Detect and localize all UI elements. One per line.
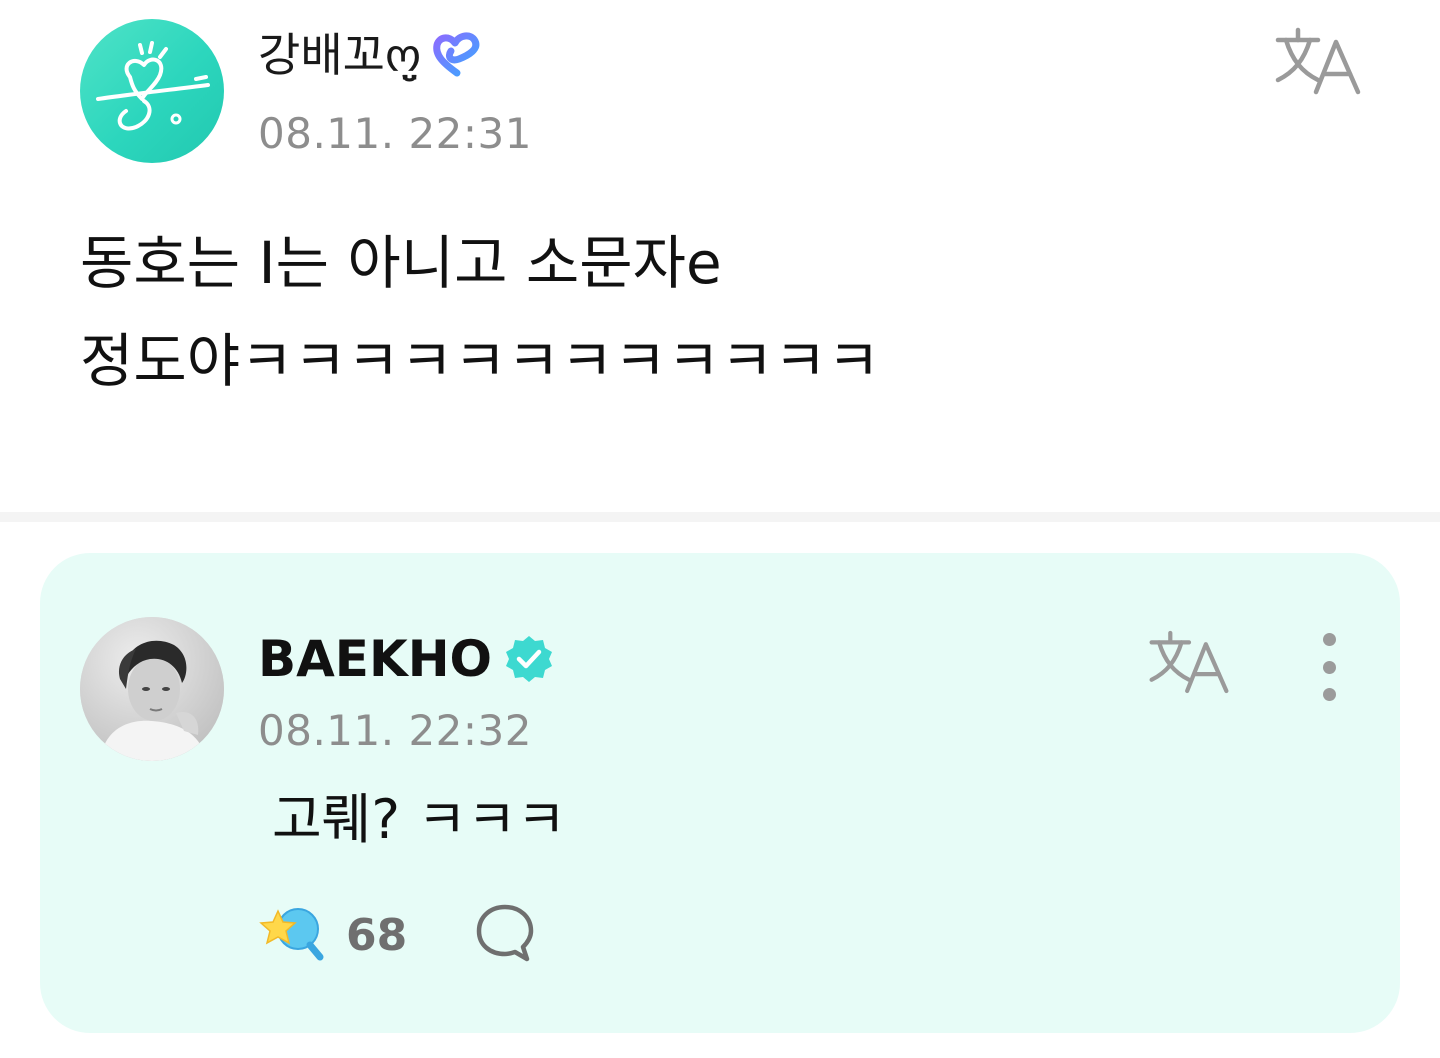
author-name: 강배꼬ო̤̮: [258, 28, 422, 82]
comment-bubble-icon: [473, 901, 537, 969]
more-vertical-icon[interactable]: [1310, 633, 1348, 701]
post-line: 동호는 I는 아니고 소문자e: [80, 229, 722, 297]
artist-reply-card: BAEKHO 08.11. 22:32 고뤠? ㅋㅋㅋ 68: [40, 553, 1400, 1033]
avatar[interactable]: [80, 617, 224, 761]
cheer-button[interactable]: 68: [258, 901, 407, 969]
artist-photo: [80, 617, 224, 761]
reply-time: 08.11. 22:32: [258, 706, 532, 755]
reaction-bar: 68: [258, 895, 537, 975]
more-dot: [1322, 688, 1336, 701]
cheer-star-icon: [258, 901, 328, 969]
post-time: 08.11. 22:31: [258, 109, 532, 158]
membership-heart-icon: [429, 29, 485, 81]
more-dot: [1322, 660, 1336, 674]
reply-text: 고뤠? ㅋㅋㅋ: [272, 788, 567, 851]
fan-logo-icon: [96, 41, 210, 131]
reply-author[interactable]: BAEKHO: [258, 627, 554, 691]
comment-button[interactable]: [473, 901, 537, 969]
post-author[interactable]: 강배꼬ო̤̮: [258, 24, 485, 86]
cheer-count: 68: [346, 909, 408, 961]
avatar[interactable]: [80, 19, 224, 163]
fan-post: 강배꼬ო̤̮ 08.11. 22:31 동호는 I는 아니고 소문자e 정도야ㅋ…: [0, 0, 1440, 512]
post-line: 정도야ㅋㅋㅋㅋㅋㅋㅋㅋㅋㅋㅋㅋ: [80, 327, 881, 395]
post-detail-screen: 강배꼬ო̤̮ 08.11. 22:31 동호는 I는 아니고 소문자e 정도야ㅋ…: [0, 0, 1440, 1058]
more-dot: [1322, 633, 1336, 646]
artist-name: BAEKHO: [258, 630, 493, 688]
translate-icon[interactable]: [1272, 26, 1364, 96]
verified-badge-icon: [504, 634, 554, 684]
translate-icon[interactable]: [1146, 629, 1232, 695]
post-body: 동호는 I는 아니고 소문자e 정도야ㅋㅋㅋㅋㅋㅋㅋㅋㅋㅋㅋㅋ: [80, 214, 1360, 410]
divider: [0, 512, 1440, 522]
